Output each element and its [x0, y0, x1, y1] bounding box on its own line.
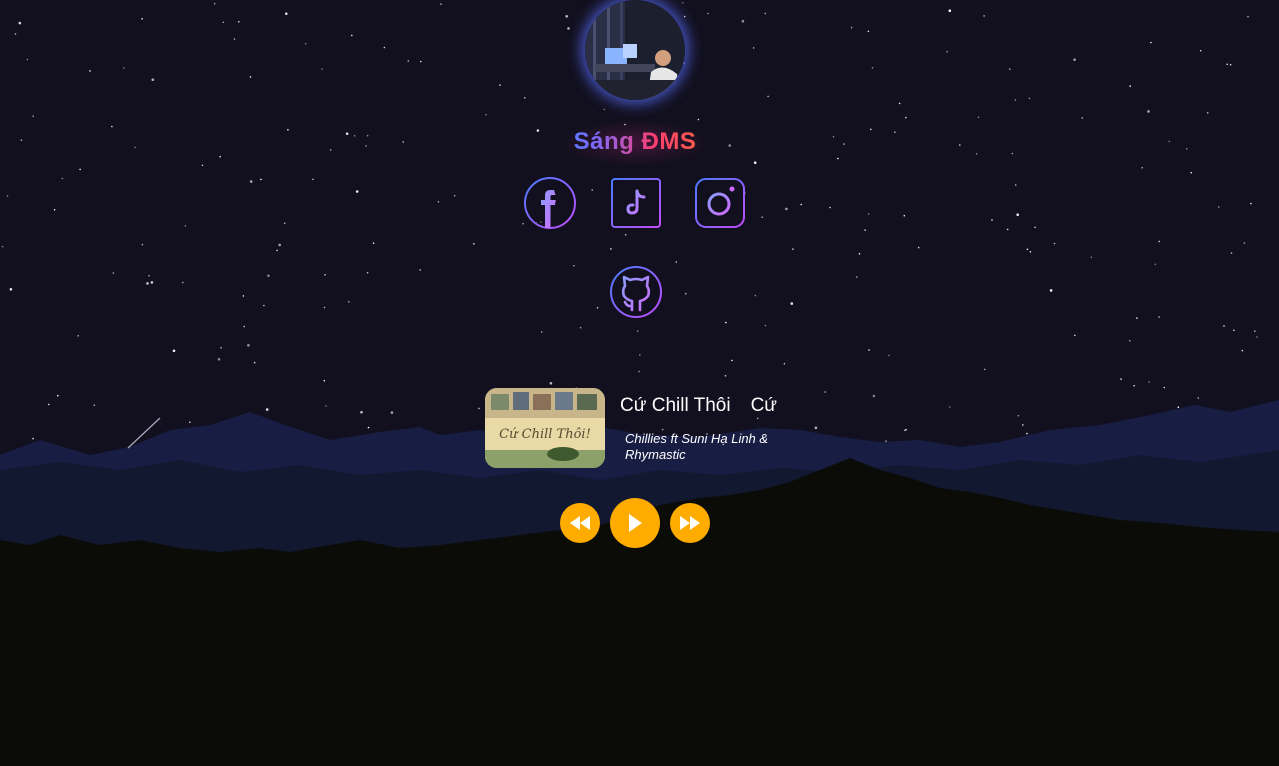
tiktok-link[interactable] [609, 176, 663, 230]
rewind-icon [570, 516, 590, 530]
avatar-photo [585, 0, 685, 100]
fast-forward-icon [680, 516, 700, 530]
play-icon [629, 514, 642, 532]
avatar [585, 0, 685, 100]
music-player: Cứ Chill Thôi! Cứ Chill Thôi Cứ Chillies … [485, 388, 785, 468]
previous-track-button[interactable] [560, 503, 600, 543]
next-track-button[interactable] [670, 503, 710, 543]
song-artist: Chillies ft Suni Hạ Linh & Rhymastic [625, 431, 769, 462]
song-title-marquee: Cứ Chill Thôi Cứ [620, 394, 780, 420]
instagram-icon [695, 178, 745, 228]
mountain-silhouette [0, 400, 1279, 766]
tiktok-icon [611, 178, 661, 228]
profile-name: Sáng ĐMS [535, 128, 735, 156]
album-cover: Cứ Chill Thôi! [485, 388, 605, 468]
album-cover-art: Cứ Chill Thôi! [485, 388, 605, 468]
play-button[interactable] [610, 498, 660, 548]
github-link[interactable] [608, 264, 662, 318]
song-title: Cứ Chill Thôi [620, 395, 731, 416]
facebook-link[interactable] [523, 176, 577, 230]
github-icon [610, 266, 662, 318]
album-cover-title: Cứ Chill Thôi! [499, 427, 591, 442]
facebook-icon [524, 177, 576, 229]
instagram-link[interactable] [693, 176, 747, 230]
song-title-repeat: Cứ [750, 395, 778, 416]
